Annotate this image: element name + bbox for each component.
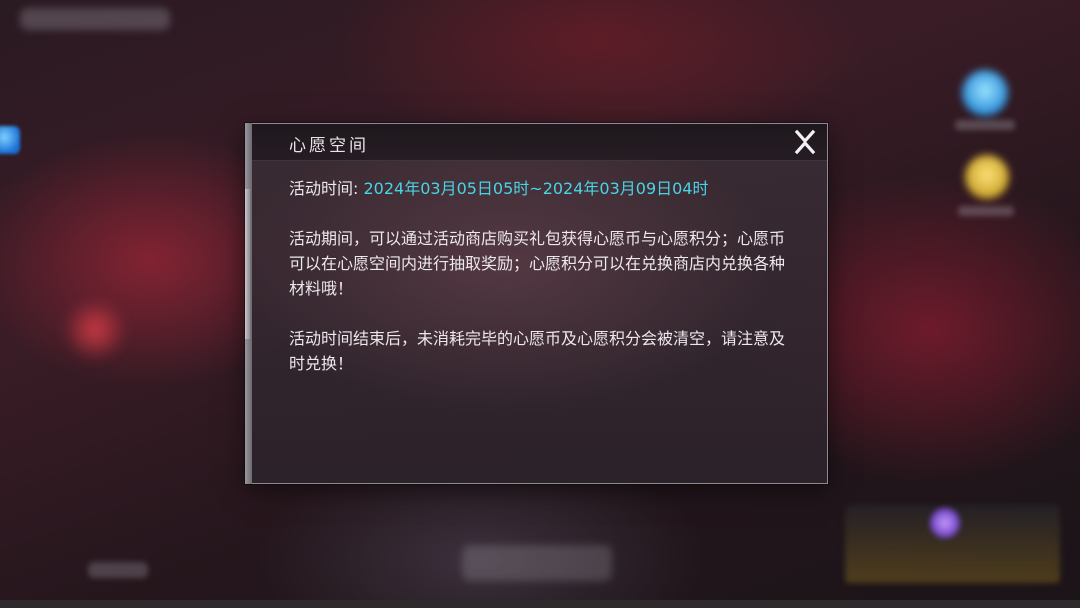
event-time-row: 活动时间: 2024年03月05日05时~2024年03月09日04时 <box>289 176 799 201</box>
blue-orb-label <box>955 120 1015 130</box>
event-time-label: 活动时间: <box>289 179 364 198</box>
background-glow <box>60 300 130 360</box>
event-time-value: 2024年03月05日05时~2024年03月09日04时 <box>363 179 709 198</box>
game-screen: 心愿空间 活动时间: 2024年03月05日05时~2024年03月09日04时… <box>0 0 1080 608</box>
dialog-body: 活动时间: 2024年03月05日05时~2024年03月09日04时 活动期间… <box>289 176 799 401</box>
event-description: 活动期间，可以通过活动商店购买礼包获得心愿币与心愿积分；心愿币可以在心愿空间内进… <box>289 229 786 298</box>
purple-orb-icon <box>930 508 960 538</box>
blue-orb-icon <box>962 70 1008 116</box>
close-button[interactable] <box>791 128 819 156</box>
blue-gem-icon <box>0 126 20 154</box>
dialog-rail-highlight <box>245 189 250 339</box>
yellow-orb-label <box>958 206 1014 216</box>
close-icon <box>794 129 816 155</box>
background-top-bar <box>20 8 170 30</box>
event-info-dialog: 心愿空间 活动时间: 2024年03月05日05时~2024年03月09日04时… <box>245 123 828 484</box>
background-bottom-label <box>88 562 148 578</box>
event-notice: 活动时间结束后，未消耗完毕的心愿币及心愿积分会被清空，请注意及时兑换！ <box>289 329 786 373</box>
background-bottom-strip <box>0 600 1080 608</box>
dialog-header: 心愿空间 <box>252 124 827 161</box>
yellow-orb-icon <box>965 155 1009 199</box>
background-bottom-button <box>462 545 612 581</box>
dialog-left-rail <box>245 123 252 484</box>
dialog-title: 心愿空间 <box>289 136 369 156</box>
